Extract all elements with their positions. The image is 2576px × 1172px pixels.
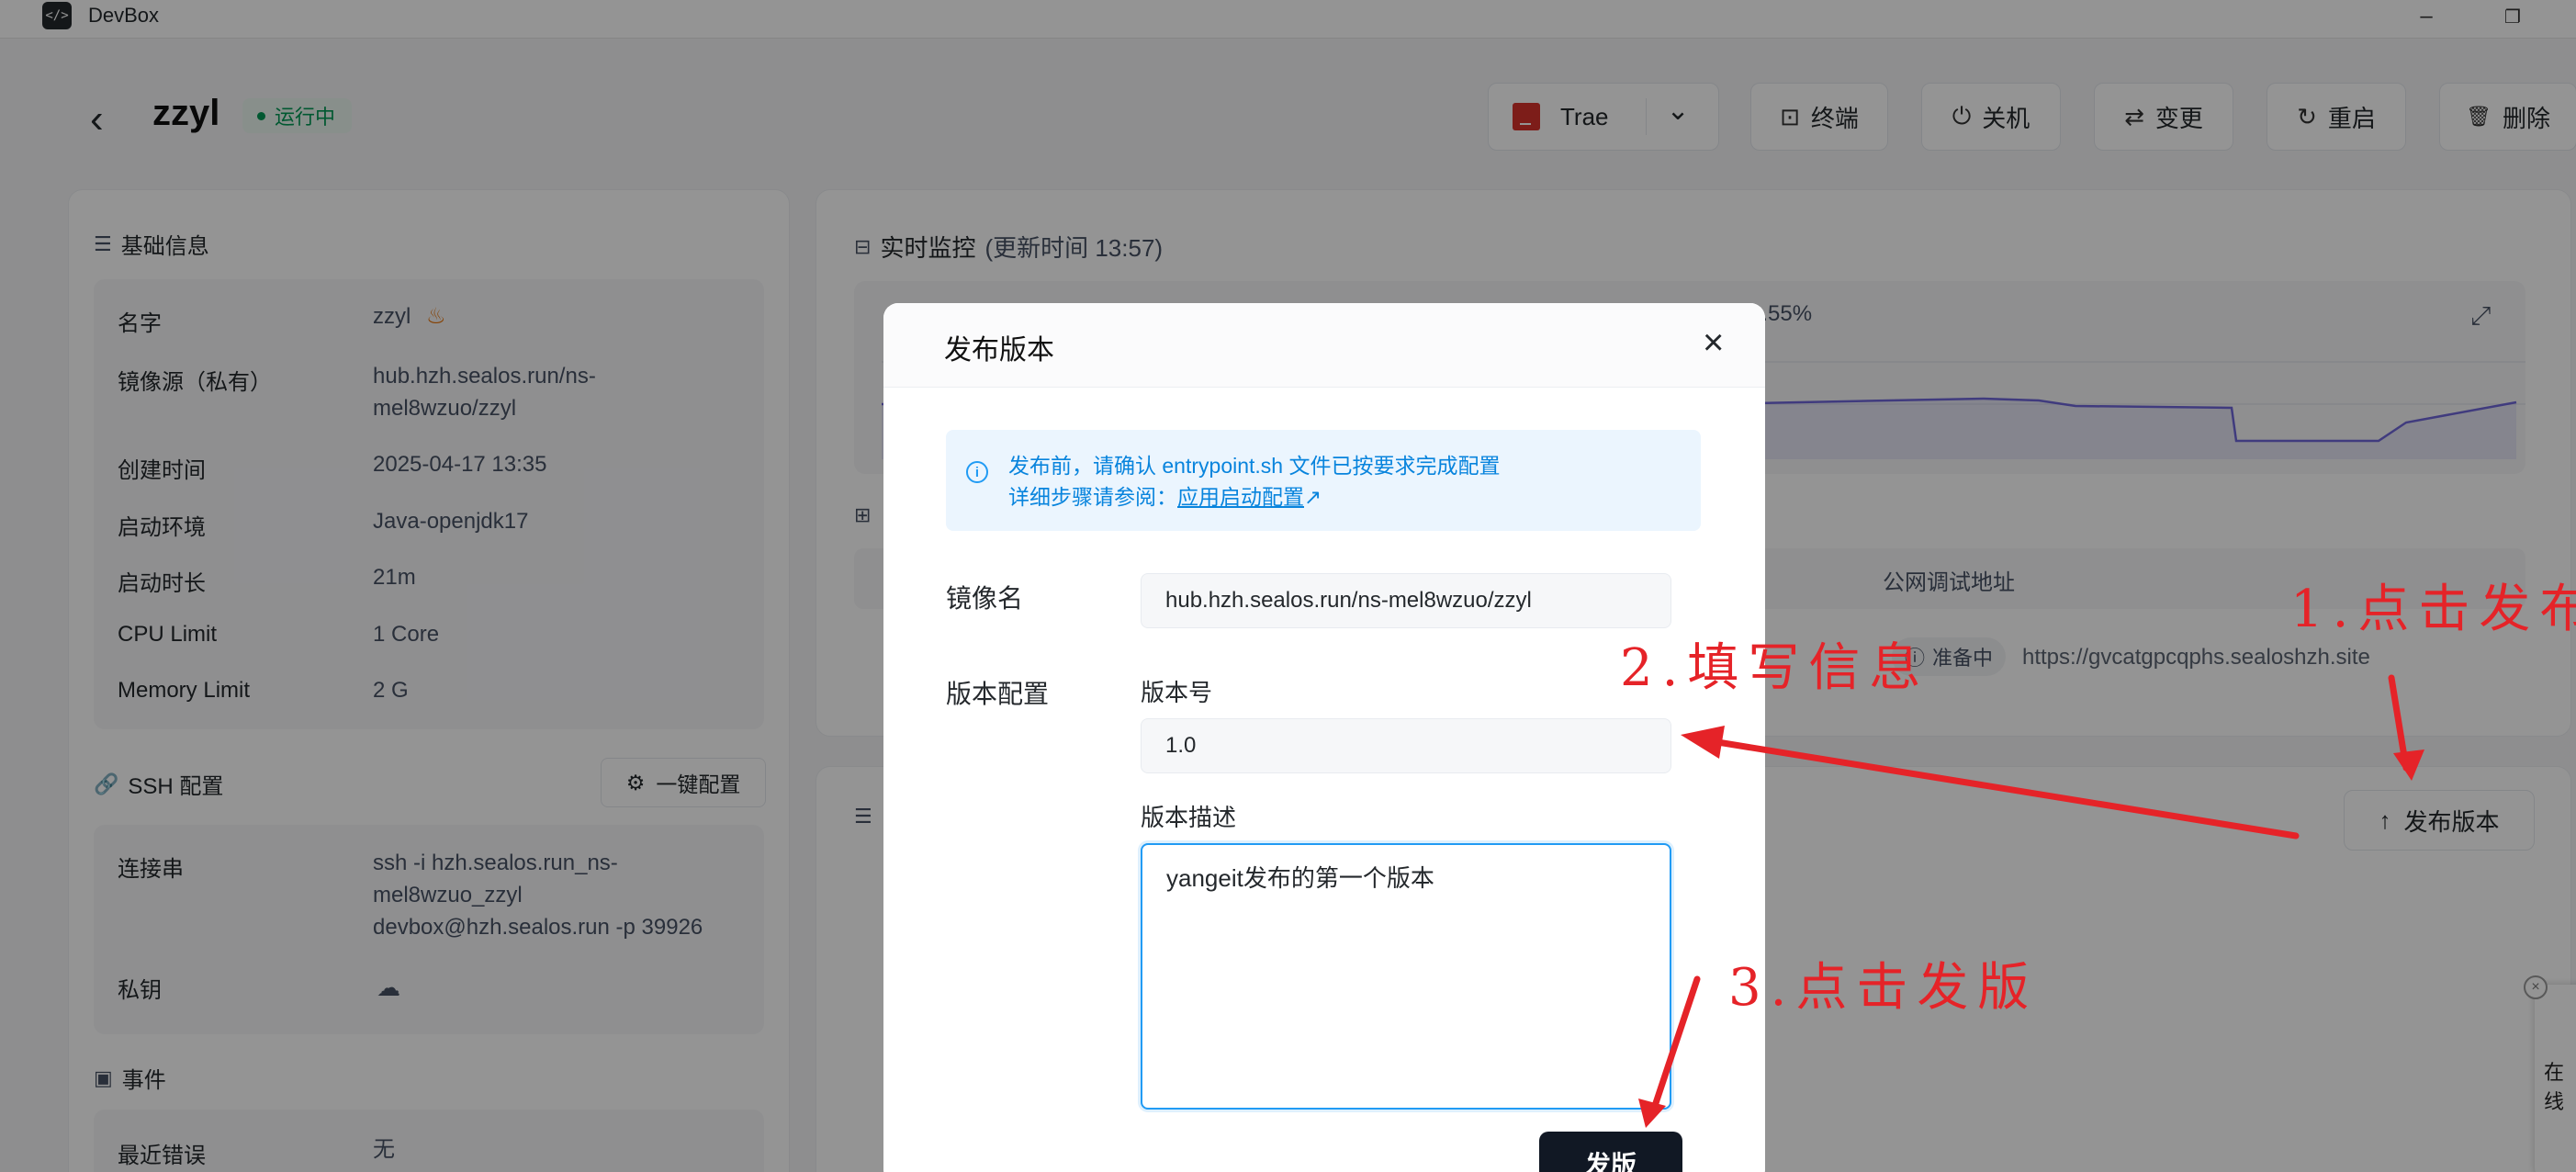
arrow-step2 <box>1703 737 2300 840</box>
arrow-step3 <box>1649 975 1701 1115</box>
arrowhead-step2 <box>1681 726 1725 759</box>
arrowhead-step1 <box>2393 749 2424 781</box>
arrowhead-step3 <box>1638 1099 1666 1128</box>
annotation-arrows <box>1638 674 2424 1128</box>
